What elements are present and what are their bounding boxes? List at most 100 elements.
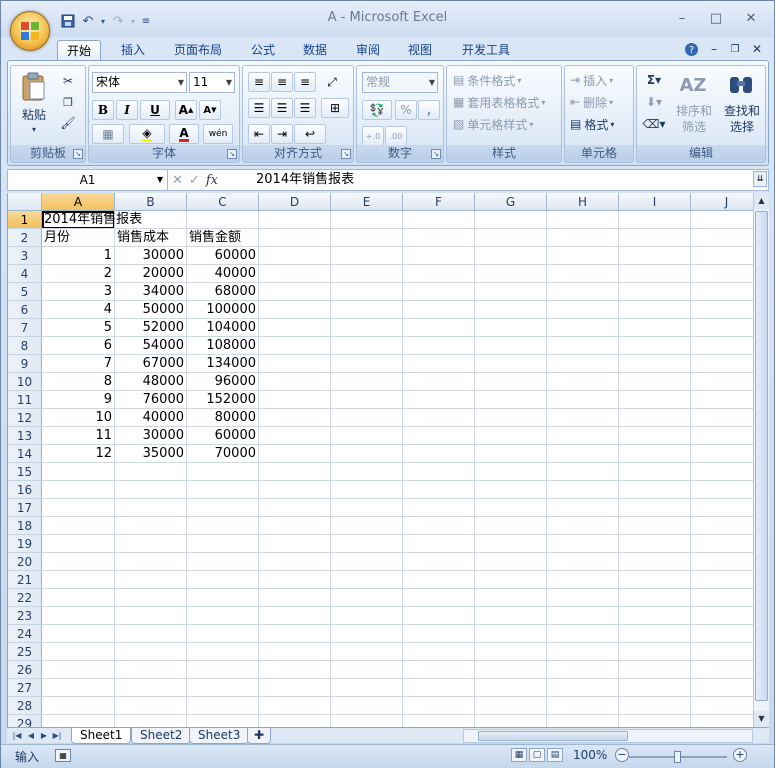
ribbon-restore-icon[interactable]: ❐ (727, 40, 743, 58)
cell-B18[interactable] (115, 517, 187, 535)
cell-G19[interactable] (475, 535, 547, 553)
cell-F6[interactable] (403, 301, 475, 319)
cell-J7[interactable] (691, 319, 753, 337)
row-header[interactable]: 13 (8, 427, 42, 445)
row-header[interactable]: 3 (8, 247, 42, 265)
column-header[interactable]: F (403, 193, 475, 211)
cell-D19[interactable] (259, 535, 331, 553)
cell-H1[interactable] (547, 211, 619, 229)
cell-G10[interactable] (475, 373, 547, 391)
cell-A25[interactable] (42, 643, 115, 661)
last-sheet-icon[interactable]: ▶| (51, 729, 63, 742)
cell-E19[interactable] (331, 535, 403, 553)
cell-I18[interactable] (619, 517, 691, 535)
workbook-close-icon[interactable]: ✕ (749, 40, 765, 58)
cell-E5[interactable] (331, 283, 403, 301)
cell-G9[interactable] (475, 355, 547, 373)
cell-D2[interactable] (259, 229, 331, 247)
row-header[interactable]: 12 (8, 409, 42, 427)
cell-E1[interactable] (331, 211, 403, 229)
cell-E6[interactable] (331, 301, 403, 319)
cell-C11[interactable]: 152000 (187, 391, 259, 409)
cell-E29[interactable] (331, 715, 403, 727)
cell-G17[interactable] (475, 499, 547, 517)
cell-H16[interactable] (547, 481, 619, 499)
row-header[interactable]: 4 (8, 265, 42, 283)
cell-B25[interactable] (115, 643, 187, 661)
cell-H9[interactable] (547, 355, 619, 373)
insert-sheet-icon[interactable]: ✚ (247, 728, 272, 744)
cell-I21[interactable] (619, 571, 691, 589)
cell-J17[interactable] (691, 499, 753, 517)
cell-E7[interactable] (331, 319, 403, 337)
cell-G26[interactable] (475, 661, 547, 679)
cell-I2[interactable] (619, 229, 691, 247)
cell-G20[interactable] (475, 553, 547, 571)
cell-C5[interactable]: 68000 (187, 283, 259, 301)
vertical-scrollbar[interactable]: ▲ ▼ (753, 193, 769, 727)
row-header[interactable]: 2 (8, 229, 42, 247)
cell-I14[interactable] (619, 445, 691, 463)
cell-C24[interactable] (187, 625, 259, 643)
conditional-format-button[interactable]: ▤ 条件格式 ▾ (453, 71, 521, 89)
cell-E9[interactable] (331, 355, 403, 373)
cell-A3[interactable]: 1 (42, 247, 115, 265)
format-cells-button[interactable]: ▤ 格式 ▾ (570, 115, 614, 133)
cell-J15[interactable] (691, 463, 753, 481)
cell-G29[interactable] (475, 715, 547, 727)
font-name-combo[interactable]: 宋体 ▼ (92, 72, 187, 93)
cell-A24[interactable] (42, 625, 115, 643)
cell-J20[interactable] (691, 553, 753, 571)
vertical-scroll-thumb[interactable] (755, 211, 768, 701)
cell-A23[interactable] (42, 607, 115, 625)
column-header[interactable]: J (691, 193, 753, 211)
cell-J3[interactable] (691, 247, 753, 265)
cell-B8[interactable]: 54000 (115, 337, 187, 355)
worksheet-grid[interactable]: ABCDEFGHIJ 1 2 3 4 5 6 7 8 9 10 11 12 13 14 15 16 17 18 19… (7, 193, 753, 727)
tab-review[interactable]: 审阅 (346, 40, 390, 62)
cell-F29[interactable] (403, 715, 475, 727)
cell-H11[interactable] (547, 391, 619, 409)
column-header[interactable]: G (475, 193, 547, 211)
cell-I17[interactable] (619, 499, 691, 517)
cell-A1[interactable]: 2014年销售报表 (42, 211, 142, 229)
decrease-decimal-button[interactable]: .00 (385, 126, 407, 146)
cell-I6[interactable] (619, 301, 691, 319)
page-break-view-icon[interactable]: ▤ (547, 748, 563, 762)
formula-input[interactable]: 2014年销售报表 (256, 170, 354, 190)
font-launcher-icon[interactable]: ↘ (227, 149, 237, 159)
cell-C15[interactable] (187, 463, 259, 481)
zoom-out-icon[interactable]: − (615, 748, 629, 762)
cell-G23[interactable] (475, 607, 547, 625)
cell-G16[interactable] (475, 481, 547, 499)
cell-B16[interactable] (115, 481, 187, 499)
cell-E16[interactable] (331, 481, 403, 499)
align-middle-icon[interactable]: ≡ (271, 72, 293, 92)
cell-F2[interactable] (403, 229, 475, 247)
cell-B10[interactable]: 48000 (115, 373, 187, 391)
bold-button[interactable]: B (92, 100, 114, 120)
cell-A11[interactable]: 9 (42, 391, 115, 409)
cell-H29[interactable] (547, 715, 619, 727)
tab-developer[interactable]: 开发工具 (451, 40, 521, 62)
row-header[interactable]: 24 (8, 625, 42, 643)
cell-F22[interactable] (403, 589, 475, 607)
cell-C7[interactable]: 104000 (187, 319, 259, 337)
cell-F4[interactable] (403, 265, 475, 283)
cell-F8[interactable] (403, 337, 475, 355)
cell-E10[interactable] (331, 373, 403, 391)
cell-D3[interactable] (259, 247, 331, 265)
cell-B28[interactable] (115, 697, 187, 715)
cell-A22[interactable] (42, 589, 115, 607)
cell-I25[interactable] (619, 643, 691, 661)
cell-B26[interactable] (115, 661, 187, 679)
cell-F19[interactable] (403, 535, 475, 553)
cell-H13[interactable] (547, 427, 619, 445)
cell-D14[interactable] (259, 445, 331, 463)
column-header[interactable]: I (619, 193, 691, 211)
row-header[interactable]: 7 (8, 319, 42, 337)
cell-B19[interactable] (115, 535, 187, 553)
cell-I7[interactable] (619, 319, 691, 337)
cell-J13[interactable] (691, 427, 753, 445)
percent-button[interactable]: % (395, 100, 417, 120)
